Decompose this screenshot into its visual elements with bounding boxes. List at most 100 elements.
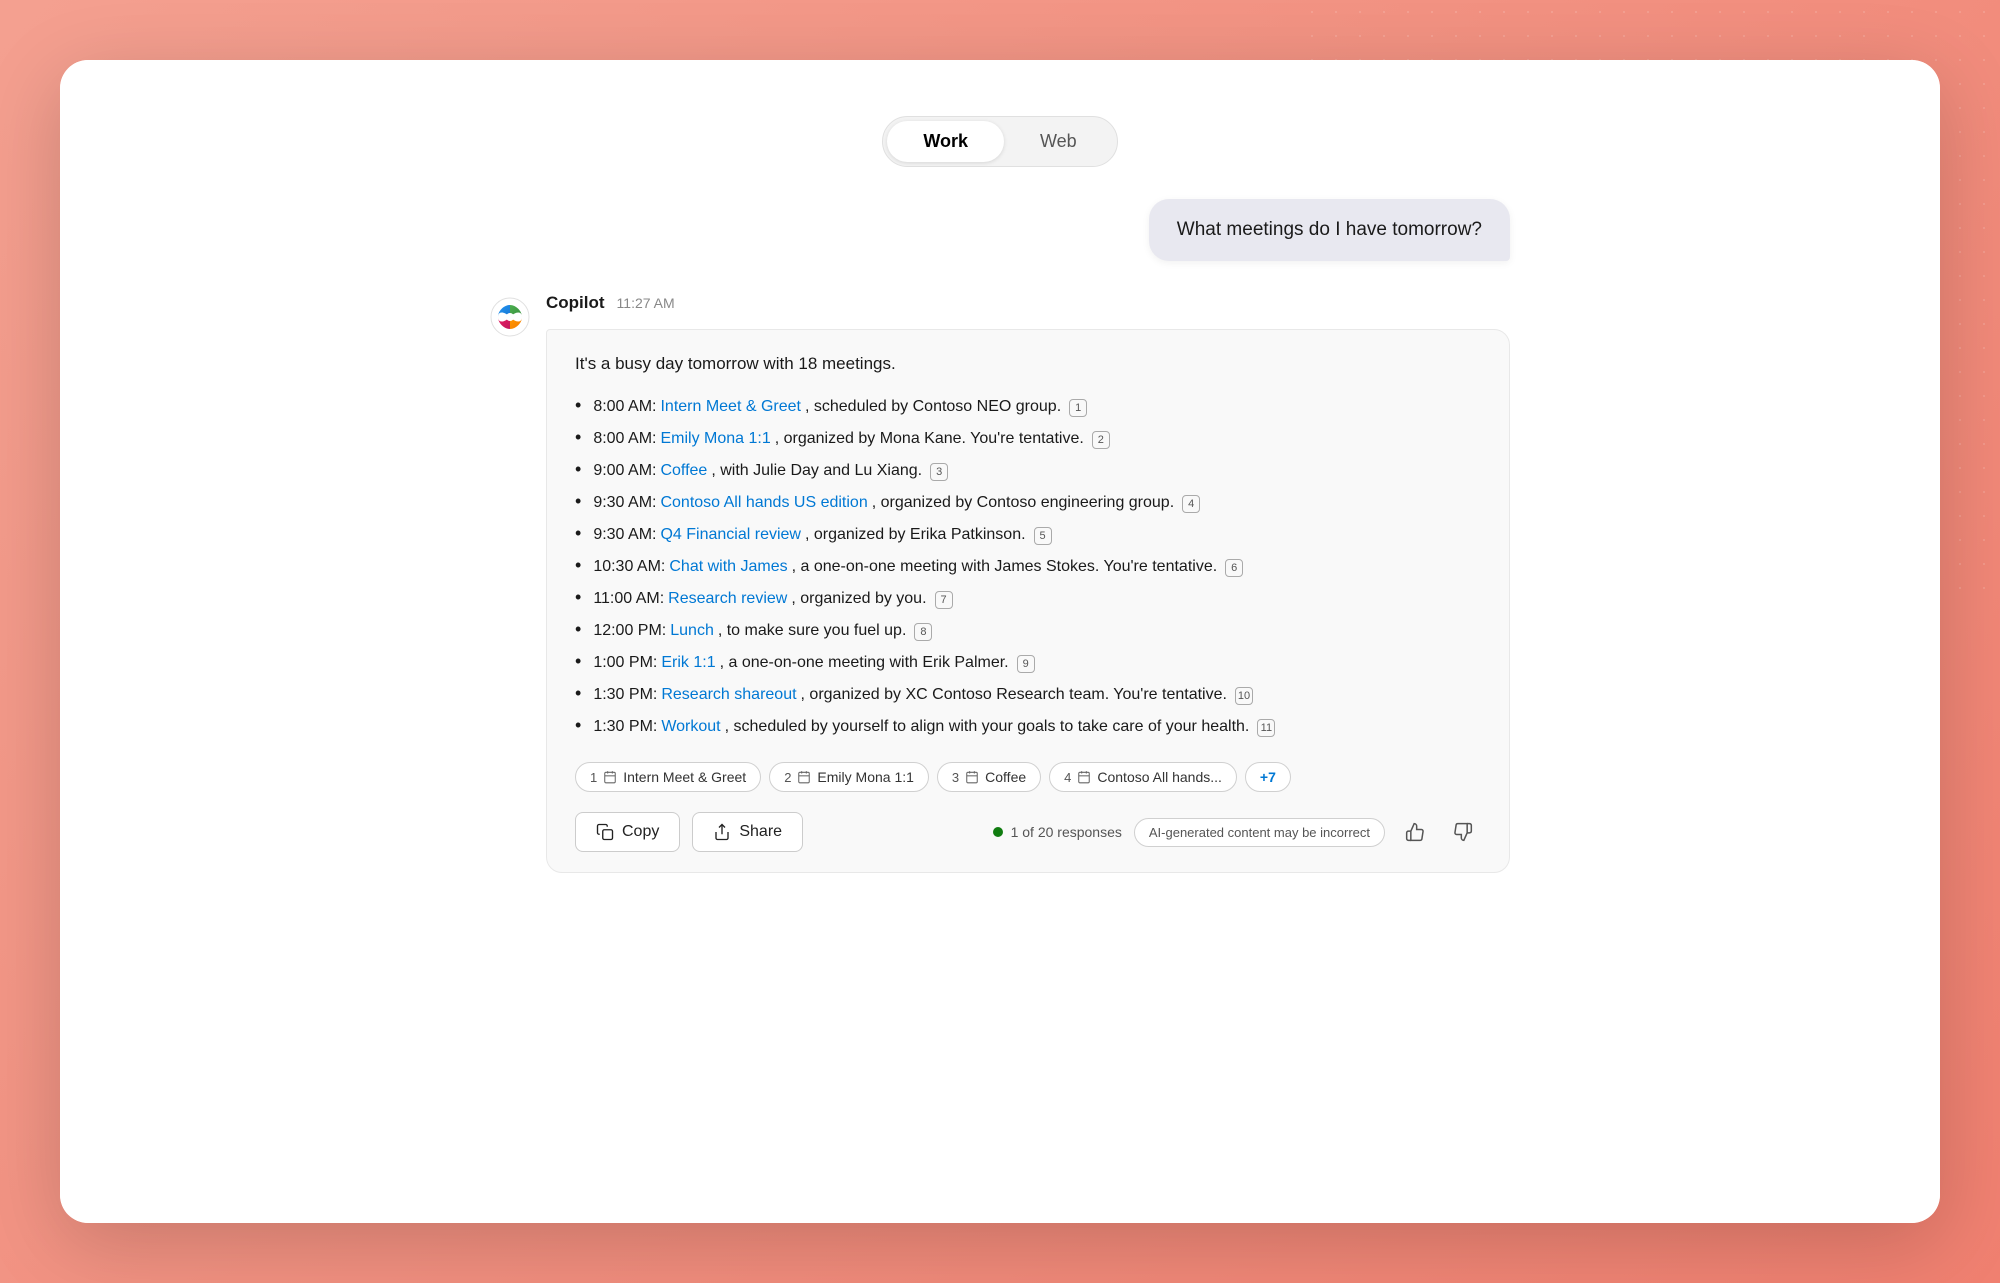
meeting-link[interactable]: Chat with James bbox=[669, 558, 787, 576]
bullet: • bbox=[575, 651, 581, 672]
copilot-message: Copilot 11:27 AM It's a busy day tomorro… bbox=[490, 293, 1510, 873]
reference-number: 6 bbox=[1225, 559, 1243, 577]
ai-warning-badge: AI-generated content may be incorrect bbox=[1134, 818, 1385, 847]
response-count: 1 of 20 responses bbox=[1011, 824, 1122, 840]
reference-number: 7 bbox=[935, 591, 953, 609]
calendar-icon bbox=[1077, 770, 1091, 784]
chip-label: Contoso All hands... bbox=[1097, 769, 1222, 785]
meeting-time: 8:00 AM: bbox=[593, 398, 656, 416]
chip-number: 3 bbox=[952, 770, 959, 785]
chip-label: Coffee bbox=[985, 769, 1026, 785]
bullet: • bbox=[575, 555, 581, 576]
meeting-time: 8:00 AM: bbox=[593, 430, 656, 448]
meeting-item: •9:00 AM: Coffee, with Julie Day and Lu … bbox=[575, 454, 1481, 486]
meeting-description: , to make sure you fuel up. bbox=[718, 622, 907, 640]
meeting-link[interactable]: Q4 Financial review bbox=[660, 526, 801, 544]
reference-number: 11 bbox=[1257, 719, 1275, 737]
bullet: • bbox=[575, 523, 581, 544]
citation-chip[interactable]: 1 Intern Meet & Greet bbox=[575, 762, 761, 792]
share-label: Share bbox=[739, 823, 782, 841]
meeting-item: •9:30 AM: Contoso All hands US edition, … bbox=[575, 486, 1481, 518]
meeting-list: •8:00 AM: Intern Meet & Greet, scheduled… bbox=[575, 390, 1481, 742]
meeting-item: •10:30 AM: Chat with James, a one-on-one… bbox=[575, 550, 1481, 582]
copilot-header: Copilot 11:27 AM bbox=[546, 293, 1510, 313]
chip-number: 1 bbox=[590, 770, 597, 785]
citation-chip[interactable]: 3 Coffee bbox=[937, 762, 1041, 792]
meeting-description: , scheduled by Contoso NEO group. bbox=[805, 398, 1061, 416]
copilot-bubble: It's a busy day tomorrow with 18 meeting… bbox=[546, 329, 1510, 873]
copilot-avatar bbox=[490, 297, 530, 337]
meeting-description: , organized by XC Contoso Research team.… bbox=[801, 686, 1227, 704]
meeting-time: 12:00 PM: bbox=[593, 622, 666, 640]
thumbs-down-icon bbox=[1453, 822, 1473, 842]
tab-web[interactable]: Web bbox=[1004, 121, 1113, 162]
chip-label: Emily Mona 1:1 bbox=[817, 769, 913, 785]
chip-label: Intern Meet & Greet bbox=[623, 769, 746, 785]
bullet: • bbox=[575, 491, 581, 512]
meeting-item: • 12:00 PM: Lunch, to make sure you fuel … bbox=[575, 614, 1481, 646]
reference-number: 3 bbox=[930, 463, 948, 481]
meeting-item: • 8:00 AM: Intern Meet & Greet, scheduled… bbox=[575, 390, 1481, 422]
meeting-time: 10:30 AM: bbox=[593, 558, 665, 576]
chat-area: What meetings do I have tomorrow? bbox=[450, 167, 1550, 1223]
intro-text: It's a busy day tomorrow with 18 meeting… bbox=[575, 354, 1481, 374]
meeting-link[interactable]: Intern Meet & Greet bbox=[660, 398, 801, 416]
thumbs-up-button[interactable] bbox=[1397, 814, 1433, 850]
chip-number: 4 bbox=[1064, 770, 1071, 785]
user-message-bubble: What meetings do I have tomorrow? bbox=[1149, 199, 1510, 261]
bullet: • bbox=[575, 715, 581, 736]
thumbs-up-icon bbox=[1405, 822, 1425, 842]
meeting-link[interactable]: Research review bbox=[668, 590, 787, 608]
reference-number: 9 bbox=[1017, 655, 1035, 673]
citation-chip[interactable]: 2Emily Mona 1:1 bbox=[769, 762, 929, 792]
meeting-link[interactable]: Workout bbox=[661, 718, 720, 736]
meeting-description: , a one-on-one meeting with Erik Palmer. bbox=[720, 654, 1009, 672]
bullet: • bbox=[575, 459, 581, 480]
bullet: • bbox=[575, 619, 581, 640]
meeting-link[interactable]: Contoso All hands US edition bbox=[660, 494, 867, 512]
share-icon bbox=[713, 823, 731, 841]
meeting-time: 11:00 AM: bbox=[593, 590, 664, 608]
meeting-time: 9:30 AM: bbox=[593, 526, 656, 544]
thumbs-down-button[interactable] bbox=[1445, 814, 1481, 850]
reference-number: 1 bbox=[1069, 399, 1087, 417]
more-chips-button[interactable]: +7 bbox=[1245, 762, 1291, 792]
reference-number: 4 bbox=[1182, 495, 1200, 513]
copy-button[interactable]: Copy bbox=[575, 812, 680, 852]
meeting-link[interactable]: Emily Mona 1:1 bbox=[660, 430, 770, 448]
share-button[interactable]: Share bbox=[692, 812, 803, 852]
meeting-description: , organized by you. bbox=[791, 590, 926, 608]
content-area: Work Web What meetings do I have tomorro… bbox=[60, 60, 1940, 1223]
meeting-item: • 9:30 AM: Q4 Financial review, organized… bbox=[575, 518, 1481, 550]
calendar-icon bbox=[603, 770, 617, 784]
copy-icon bbox=[596, 823, 614, 841]
meeting-description: , organized by Erika Patkinson. bbox=[805, 526, 1026, 544]
copilot-name: Copilot bbox=[546, 293, 605, 313]
bullet: • bbox=[575, 683, 581, 704]
citation-chips: 1 Intern Meet & Greet 2Emily Mona 1:1 3 Coff… bbox=[575, 762, 1481, 792]
meeting-link[interactable]: Research shareout bbox=[661, 686, 796, 704]
meeting-time: 9:30 AM: bbox=[593, 494, 656, 512]
copilot-timestamp: 11:27 AM bbox=[617, 295, 675, 311]
meeting-time: 1:30 PM: bbox=[593, 718, 657, 736]
device-frame: Work Web What meetings do I have tomorro… bbox=[60, 60, 1940, 1223]
reference-number: 10 bbox=[1235, 687, 1253, 705]
meeting-item: •8:00 AM: Emily Mona 1:1, organized by M… bbox=[575, 422, 1481, 454]
reference-number: 8 bbox=[914, 623, 932, 641]
bullet: • bbox=[575, 587, 581, 608]
meeting-description: , scheduled by yourself to align with yo… bbox=[725, 718, 1250, 736]
action-bar: Copy Share bbox=[575, 808, 1481, 852]
reference-number: 2 bbox=[1092, 431, 1110, 449]
meeting-item: • 1:30 PM: Workout , scheduled by yourself… bbox=[575, 710, 1481, 742]
bullet: • bbox=[575, 395, 581, 416]
meeting-link[interactable]: Lunch bbox=[670, 622, 714, 640]
user-message-text: What meetings do I have tomorrow? bbox=[1177, 219, 1482, 240]
meeting-description: , with Julie Day and Lu Xiang. bbox=[711, 462, 922, 480]
meeting-item: • 11:00 AM: Research review, organized by… bbox=[575, 582, 1481, 614]
meeting-time: 1:30 PM: bbox=[593, 686, 657, 704]
tab-work[interactable]: Work bbox=[887, 121, 1004, 162]
copy-label: Copy bbox=[622, 823, 659, 841]
meeting-link[interactable]: Erik 1:1 bbox=[661, 654, 715, 672]
meeting-link[interactable]: Coffee bbox=[660, 462, 707, 480]
citation-chip[interactable]: 4 Contoso All hands... bbox=[1049, 762, 1237, 792]
